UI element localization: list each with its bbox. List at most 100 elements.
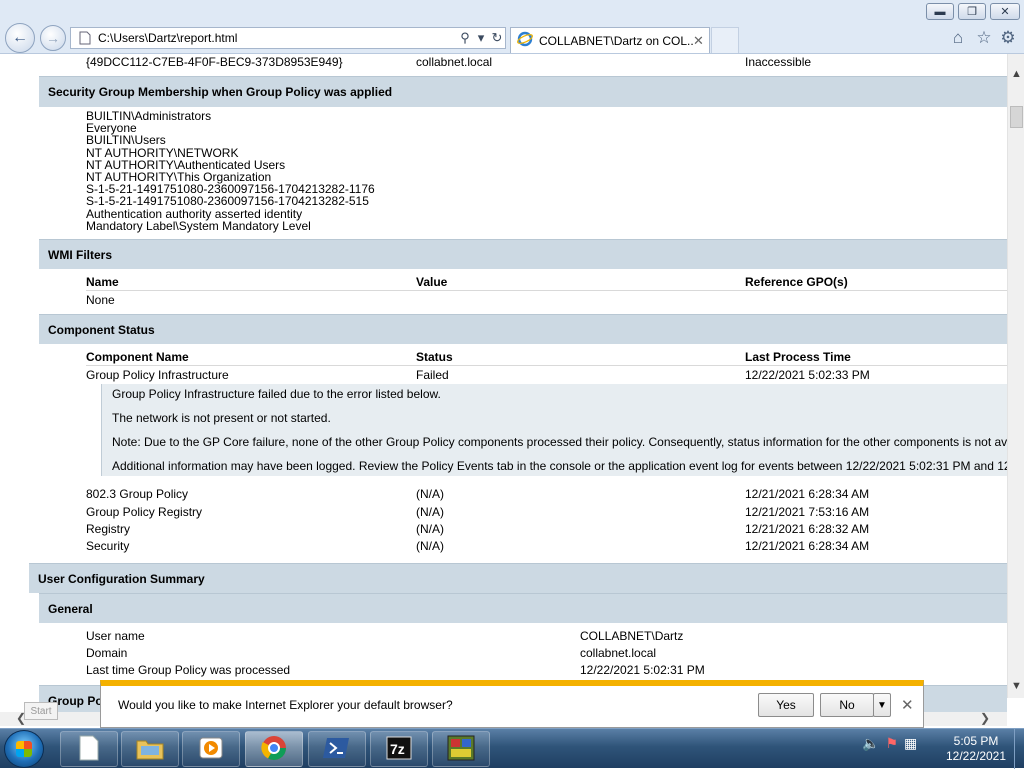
section-header-component-status[interactable]: Component Status: [39, 314, 1007, 344]
error-detail-line: Note: Due to the GP Core failure, none o…: [112, 435, 1007, 449]
taskbar: 7z 🔈 ⚑ ▦ 5:05 PM 12/22/2021: [0, 728, 1024, 769]
scrollbar-thumb[interactable]: [1010, 106, 1023, 128]
vertical-scrollbar[interactable]: ▲ ▼: [1007, 54, 1024, 698]
component-name: Group Policy Registry: [86, 505, 203, 519]
taskbar-clock[interactable]: 5:05 PM 12/22/2021: [936, 734, 1016, 764]
close-icon[interactable]: ✕: [901, 696, 914, 714]
chevron-down-icon: ▼: [877, 699, 887, 711]
clock-date: 12/22/2021: [945, 749, 1007, 763]
user-field-value: COLLABNET\Dartz: [580, 629, 684, 643]
network-error-icon[interactable]: ⚑: [885, 735, 898, 752]
taskbar-notepad[interactable]: [60, 731, 118, 767]
back-arrow-icon: ←: [12, 29, 28, 46]
section-header-security[interactable]: Security Group Membership when Group Pol…: [39, 76, 1007, 107]
system-tray: 🔈 ⚑ ▦: [862, 735, 917, 752]
error-detail-line: Group Policy Infrastructure failed due t…: [112, 387, 441, 401]
home-icon[interactable]: ⌂: [948, 28, 968, 48]
divider: [86, 290, 1007, 291]
media-player-icon: [198, 736, 224, 763]
component-status: Failed: [416, 368, 449, 382]
close-icon[interactable]: ✕: [693, 33, 709, 49]
taskbar-7zip[interactable]: 7z: [370, 731, 428, 767]
list-item: NT AUTHORITY\NETWORK: [86, 145, 239, 160]
component-status: (N/A): [416, 539, 444, 553]
app-icon: [447, 735, 475, 764]
start-button[interactable]: [4, 730, 44, 768]
taskbar-explorer[interactable]: [121, 731, 179, 767]
chrome-icon: [260, 734, 288, 765]
document-icon: [78, 735, 100, 764]
window-close-button[interactable]: ✕: [990, 3, 1020, 20]
browser-tab[interactable]: COLLABNET\Dartz on COL... ✕: [510, 27, 710, 53]
back-button[interactable]: ←: [5, 23, 35, 53]
security-group-list: BUILTIN\Administrators Everyone BUILTIN\…: [86, 110, 375, 232]
no-button[interactable]: No: [820, 693, 874, 717]
report-content: {49DCC112-C7EB-4F0F-BEC9-373D8953E949} c…: [0, 54, 1007, 712]
7zip-icon: 7z: [386, 736, 412, 763]
list-item: Authentication authority asserted identi…: [86, 206, 303, 221]
scroll-down-icon[interactable]: ▼: [1011, 680, 1022, 692]
user-field-value: 12/22/2021 5:02:31 PM: [580, 663, 705, 677]
column-header: Last Process Time: [745, 350, 851, 364]
component-time: 12/21/2021 6:28:32 AM: [745, 522, 870, 536]
user-field-label: User name: [86, 629, 145, 643]
taskbar-app[interactable]: [432, 731, 490, 767]
section-header-general[interactable]: General: [39, 593, 1007, 623]
maximize-button[interactable]: ❐: [958, 3, 986, 20]
error-detail-line: Additional information may have been log…: [112, 459, 1007, 473]
folder-icon: [136, 736, 164, 763]
taskbar-media-player[interactable]: [182, 731, 240, 767]
error-detail-line: The network is not present or not starte…: [112, 411, 331, 425]
component-time: 12/21/2021 6:28:34 AM: [745, 487, 870, 501]
section-header-user-summary[interactable]: User Configuration Summary: [29, 563, 1007, 593]
maximize-icon: ❐: [967, 6, 977, 18]
browser-chrome: ← → C:\Users\Dartz\report.html ⚲ ▾ ↻ COL…: [0, 0, 1024, 54]
notification-message: Would you like to make Internet Explorer…: [118, 698, 453, 712]
user-field-value: collabnet.local: [580, 646, 657, 660]
component-name: Security: [86, 539, 130, 553]
clock-time: 5:05 PM: [953, 734, 999, 748]
user-field-label: Last time Group Policy was processed: [86, 663, 291, 677]
component-name: Registry: [86, 522, 131, 536]
gpo-status: Inaccessible: [745, 55, 812, 69]
no-dropdown-button[interactable]: ▼: [873, 693, 891, 717]
forward-arrow-icon: →: [46, 30, 60, 46]
error-detail-panel: Group Policy Infrastructure failed due t…: [101, 384, 1007, 476]
taskbar-chrome[interactable]: [245, 731, 303, 767]
forward-button[interactable]: →: [40, 25, 66, 51]
column-header: Value: [416, 275, 448, 289]
scroll-up-icon[interactable]: ▲: [1011, 68, 1022, 80]
component-time: 12/21/2021 7:53:16 AM: [745, 505, 870, 519]
list-item: BUILTIN\Users: [86, 133, 166, 148]
component-status: (N/A): [416, 487, 444, 501]
component-name: Group Policy Infrastructure: [86, 368, 229, 382]
gpo-guid: {49DCC112-C7EB-4F0F-BEC9-373D8953E949}: [86, 55, 343, 69]
taskbar-powershell[interactable]: [308, 731, 366, 767]
list-item: Mandatory Label\System Mandatory Level: [86, 218, 311, 233]
default-browser-notification: Would you like to make Internet Explorer…: [100, 680, 924, 728]
speaker-icon[interactable]: 🔈: [862, 735, 879, 752]
component-time: 12/21/2021 6:28:34 AM: [745, 539, 870, 553]
wmi-value: None: [86, 293, 115, 307]
section-header-wmi[interactable]: WMI Filters: [39, 239, 1007, 269]
refresh-icon[interactable]: ↻: [489, 30, 505, 46]
scroll-right-icon[interactable]: ❯: [980, 711, 990, 725]
component-time: 12/22/2021 5:02:33 PM: [745, 368, 870, 382]
new-tab-button[interactable]: [711, 27, 739, 53]
minimize-icon: ▬: [934, 5, 946, 18]
gear-icon[interactable]: ⚙: [998, 28, 1018, 48]
address-text[interactable]: C:\Users\Dartz\report.html: [98, 31, 457, 45]
show-desktop-button[interactable]: [1014, 729, 1024, 769]
search-icon[interactable]: ⚲: [457, 30, 473, 46]
star-icon[interactable]: ☆: [974, 28, 994, 48]
gpo-domain: collabnet.local: [416, 55, 493, 69]
powershell-icon: [323, 736, 351, 763]
display-icon[interactable]: ▦: [904, 735, 917, 752]
minimize-button[interactable]: ▬: [926, 3, 954, 20]
column-header: Name: [86, 275, 119, 289]
tab-title: COLLABNET\Dartz on COL...: [539, 33, 693, 48]
yes-button[interactable]: Yes: [758, 693, 814, 717]
dropdown-icon[interactable]: ▾: [473, 30, 489, 46]
address-bar[interactable]: C:\Users\Dartz\report.html ⚲ ▾ ↻: [70, 27, 506, 49]
list-item: S-1-5-21-1491751080-2360097156-170421328…: [86, 194, 369, 209]
